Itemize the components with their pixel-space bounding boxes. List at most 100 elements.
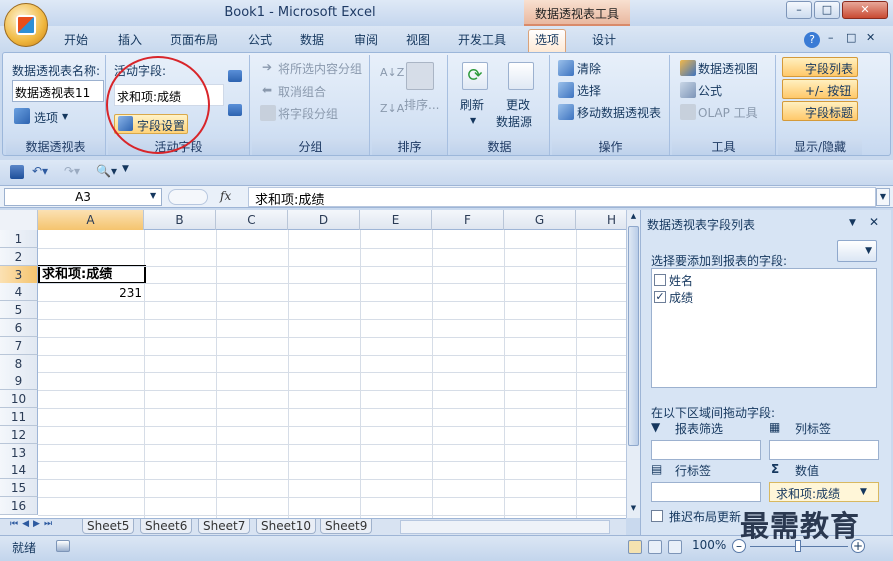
sheet-nav-icon[interactable]: ⏮◀▶⏭ <box>10 519 56 529</box>
sort-az-icon[interactable]: A↓Z <box>380 66 404 79</box>
row-header-5[interactable]: 5 <box>0 301 38 320</box>
maximize-button[interactable]: □ <box>814 1 840 19</box>
select-all-corner[interactable] <box>0 210 38 230</box>
refresh-chevron-icon[interactable]: ▼ <box>470 116 476 125</box>
select-button[interactable]: 选择 <box>577 82 601 99</box>
checkbox-name[interactable] <box>654 274 666 286</box>
report-filter-dropzone[interactable] <box>651 440 761 460</box>
redo-icon[interactable]: ↷▾ <box>64 164 80 178</box>
values-dropzone[interactable]: 求和项:成绩 ▼ <box>769 482 879 502</box>
plus-minus-toggle[interactable]: +/- 按钮 <box>782 79 858 99</box>
row-header-6[interactable]: 6 <box>0 319 38 337</box>
row-header-9[interactable]: 9 <box>0 372 38 391</box>
expand-formula-icon[interactable]: ▼ <box>876 188 890 206</box>
row-header-8[interactable]: 8 <box>0 354 38 373</box>
column-labels-dropzone[interactable] <box>769 440 879 460</box>
name-box[interactable]: A3 <box>4 188 162 206</box>
tab-insert[interactable]: 插入 <box>112 30 148 50</box>
tab-view[interactable]: 视图 <box>400 30 436 50</box>
sheet-tab-5[interactable]: Sheet5 <box>82 519 135 534</box>
office-button[interactable] <box>4 3 48 47</box>
pivot-chart-button[interactable]: 数据透视图 <box>698 60 758 77</box>
value-field-item[interactable]: 求和项:成绩 <box>776 485 840 502</box>
row-header-4[interactable]: 4 <box>0 283 38 302</box>
sheet-tab-9[interactable]: Sheet9 <box>320 519 373 534</box>
row-header-7[interactable]: 7 <box>0 336 38 355</box>
field-headers-toggle[interactable]: 字段标题 <box>782 101 858 121</box>
sort-za-icon[interactable]: Z↓A <box>380 102 404 115</box>
customize-qat-icon[interactable]: ▼ <box>122 164 129 174</box>
namebox-chevron-icon[interactable]: ▼ <box>150 191 156 200</box>
column-header-c[interactable]: C <box>216 210 288 230</box>
collapse-field-icon[interactable] <box>228 104 242 116</box>
scroll-thumb[interactable] <box>628 226 639 446</box>
tab-page-layout[interactable]: 页面布局 <box>164 30 224 50</box>
change-source-button[interactable]: 更改 <box>506 96 530 113</box>
tab-options[interactable]: 选项 <box>528 29 567 52</box>
formula-divider-handle[interactable] <box>168 189 208 205</box>
column-header-a[interactable]: A <box>38 210 144 230</box>
group-selection-button[interactable]: 将所选内容分组 <box>278 60 362 77</box>
print-preview-icon[interactable]: 🔍▾ <box>96 164 117 178</box>
row-header-11[interactable]: 11 <box>0 408 38 426</box>
row-header-15[interactable]: 15 <box>0 479 38 498</box>
save-icon[interactable] <box>10 165 24 179</box>
sort-button[interactable]: 排序... <box>404 96 439 113</box>
help-icon[interactable]: ? <box>804 32 820 48</box>
worksheet-grid[interactable]: A B C D E F G H 求和项:成绩 231 1 2 3 4 5 6 7 8 9 10 11… <box>0 210 626 518</box>
formula-input[interactable]: 求和项:成绩 <box>248 187 876 208</box>
close-button[interactable]: ✕ <box>842 1 888 19</box>
layout-menu-button[interactable]: ▼ <box>837 240 877 262</box>
minimize-button[interactable]: – <box>786 1 812 19</box>
tab-formulas[interactable]: 公式 <box>242 30 278 50</box>
row-header-16[interactable]: 16 <box>0 497 38 515</box>
column-header-f[interactable]: F <box>432 210 504 230</box>
row-header-13[interactable]: 13 <box>0 443 38 462</box>
move-pivot-button[interactable]: 移动数据透视表 <box>577 104 661 121</box>
insert-function-button[interactable]: fx <box>220 189 231 203</box>
ribbon-close-icon[interactable]: ✕ <box>866 31 875 44</box>
ribbon-min-icon[interactable]: – <box>828 31 834 44</box>
ribbon-restore-icon[interactable]: □ <box>846 31 856 44</box>
row-labels-dropzone[interactable] <box>651 482 761 502</box>
tab-design[interactable]: 设计 <box>586 30 622 50</box>
olap-tools-button[interactable]: OLAP 工具 <box>698 104 758 121</box>
sheet-tab-6[interactable]: Sheet6 <box>140 519 193 534</box>
row-header-14[interactable]: 14 <box>0 461 38 480</box>
column-header-d[interactable]: D <box>288 210 360 230</box>
refresh-button[interactable]: 刷新 <box>460 96 484 113</box>
pane-options-chevron-icon[interactable]: ▼ <box>849 218 856 228</box>
vertical-scrollbar[interactable]: ▲ ▼ <box>626 210 640 518</box>
page-layout-view-icon[interactable] <box>648 540 662 554</box>
page-break-view-icon[interactable] <box>668 540 682 554</box>
tab-developer[interactable]: 开发工具 <box>452 30 512 50</box>
cell-a4[interactable]: 231 <box>38 284 142 302</box>
cell-a3[interactable]: 求和项:成绩 <box>38 265 146 284</box>
defer-update-checkbox[interactable] <box>651 510 663 522</box>
row-header-12[interactable]: 12 <box>0 425 38 444</box>
sheet-tab-10[interactable]: Sheet10 <box>256 519 316 534</box>
scroll-up-icon[interactable]: ▲ <box>628 212 639 223</box>
row-header-10[interactable]: 10 <box>0 390 38 409</box>
pane-close-icon[interactable]: ✕ <box>869 215 879 229</box>
value-field-chevron-icon[interactable]: ▼ <box>860 487 867 497</box>
field-list-toggle[interactable]: 字段列表 <box>782 57 858 77</box>
formula-button[interactable]: 公式 <box>698 82 722 99</box>
checkbox-score[interactable]: ✓ <box>654 291 666 303</box>
pivot-name-field[interactable]: 数据透视表11 <box>12 80 104 102</box>
column-header-g[interactable]: G <box>504 210 576 230</box>
sheet-tab-7[interactable]: Sheet7 <box>198 519 251 534</box>
row-header-2[interactable]: 2 <box>0 247 38 266</box>
tab-review[interactable]: 审阅 <box>348 30 384 50</box>
tab-data[interactable]: 数据 <box>294 30 330 50</box>
normal-view-icon[interactable] <box>628 540 642 554</box>
horizontal-scrollbar[interactable] <box>400 520 610 534</box>
row-header-3[interactable]: 3 <box>0 265 38 284</box>
chevron-down-icon[interactable]: ▼ <box>62 112 68 121</box>
tab-home[interactable]: 开始 <box>58 30 94 50</box>
change-source-label2[interactable]: 数据源 <box>496 113 532 130</box>
options-button[interactable]: 选项 <box>34 109 58 126</box>
ungroup-button[interactable]: 取消组合 <box>278 83 326 100</box>
macro-record-icon[interactable] <box>56 540 70 552</box>
column-header-h[interactable]: H <box>576 210 626 230</box>
